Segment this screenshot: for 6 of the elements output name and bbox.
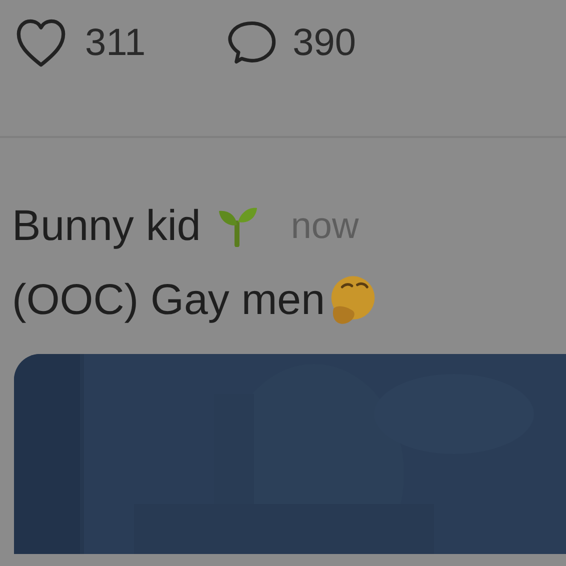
author-name[interactable]: Bunny kid: [12, 202, 201, 250]
speech-bubble-icon: [226, 20, 278, 66]
post-text: (OOC) Gay men: [12, 276, 325, 324]
sprout-icon: [216, 205, 259, 247]
like-button[interactable]: 311: [12, 18, 146, 68]
comment-button[interactable]: 390: [226, 20, 356, 66]
